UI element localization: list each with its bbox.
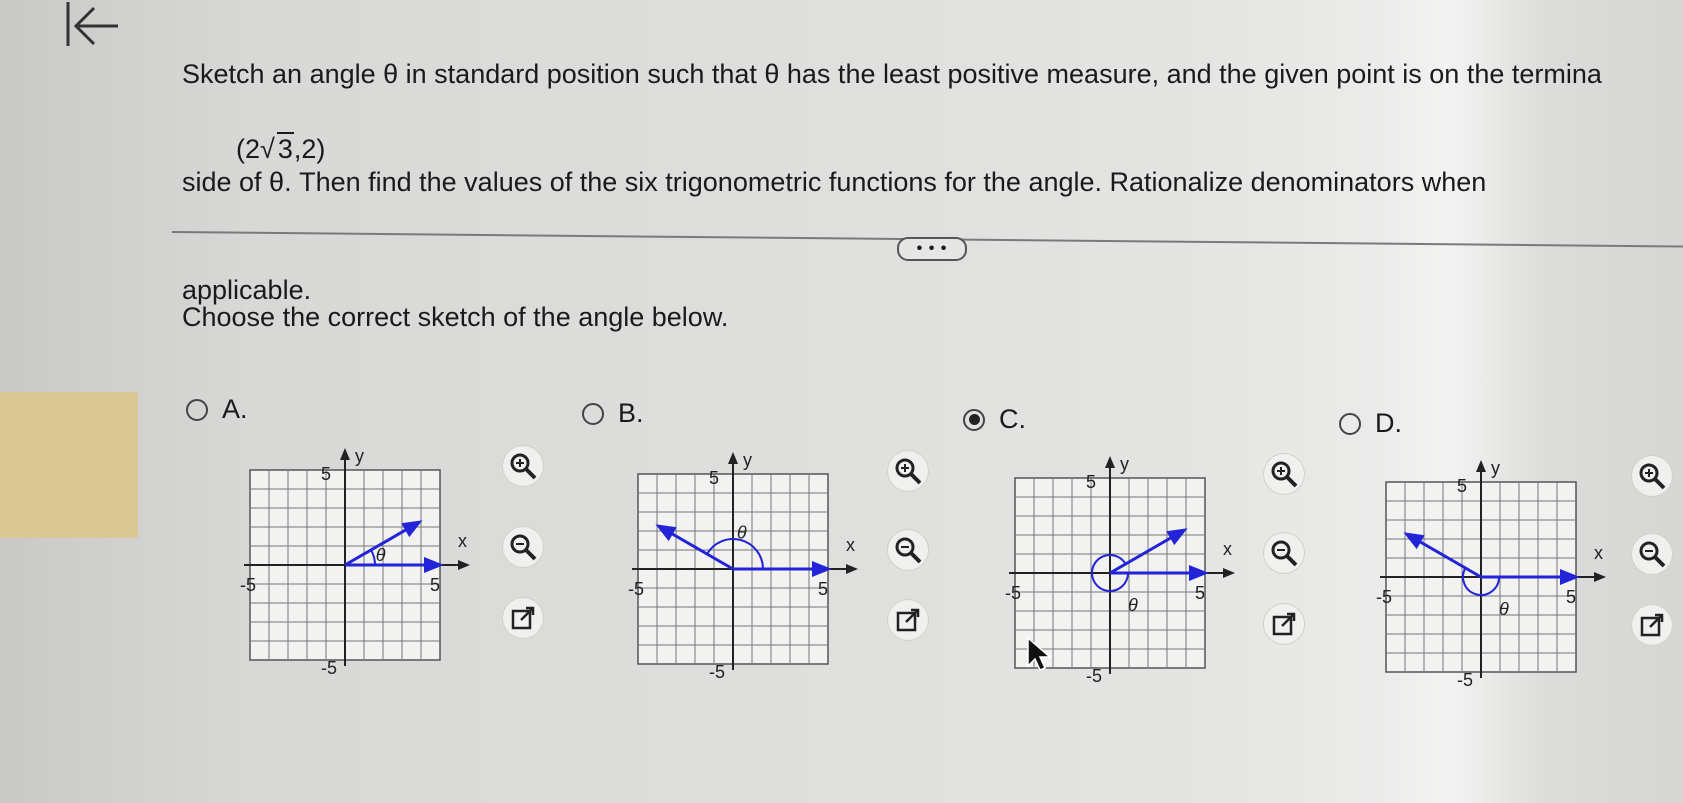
zoom-in-button-a[interactable] (503, 446, 543, 486)
x-axis-label: x (846, 535, 855, 555)
x-tick-neg: -5 (1376, 587, 1392, 607)
choice-b[interactable]: B. (582, 398, 644, 429)
zoom-in-button-b[interactable] (888, 451, 928, 491)
choice-c-label: C. (999, 404, 1026, 434)
theta-label: θ (1499, 599, 1509, 619)
x-axis-label: x (1223, 539, 1232, 559)
x-axis-arrow (846, 564, 858, 574)
x-tick-pos: 5 (1566, 587, 1576, 607)
graph-choice-a: x y 5 -5 -5 5 θ (240, 446, 470, 678)
y-axis-arrow (1476, 460, 1486, 472)
back-button[interactable] (62, 0, 122, 56)
y-axis-arrow (1105, 456, 1115, 468)
y-tick-pos: 5 (1086, 472, 1096, 492)
zoom-in-button-c[interactable] (1264, 454, 1304, 494)
y-tick-pos: 5 (1457, 476, 1467, 496)
radio-choice-d[interactable] (1339, 412, 1361, 435)
x-axis-arrow (1223, 568, 1235, 578)
zoom-out-button-b[interactable] (888, 530, 928, 570)
zoom-out-button-d[interactable] (1632, 534, 1672, 574)
mouse-cursor-icon (1027, 636, 1053, 671)
y-axis-arrow (728, 452, 738, 464)
x-axis-arrow (1594, 572, 1606, 582)
y-tick-pos: 5 (709, 468, 719, 488)
zoom-in-icon (895, 458, 922, 485)
sidebar-highlight (0, 392, 138, 538)
zoom-out-icon (1639, 541, 1666, 568)
zoom-out-icon (895, 537, 922, 564)
popout-button-d[interactable] (1632, 605, 1672, 645)
external-link-icon (1640, 613, 1664, 637)
x-tick-neg: -5 (1005, 583, 1021, 603)
popout-button-b[interactable] (888, 600, 928, 640)
question-line-2: side of θ. Then find the values of the s… (182, 167, 1487, 197)
popout-button-c[interactable] (1264, 604, 1304, 644)
y-tick-pos: 5 (321, 464, 331, 484)
point-prefix: (2 (236, 134, 261, 164)
y-axis-label: y (743, 450, 752, 470)
external-link-icon (511, 606, 535, 630)
graph-choice-b: x y 5 -5 -5 5 θ (628, 450, 858, 682)
zoom-in-button-d[interactable] (1632, 456, 1672, 496)
x-tick-neg: -5 (628, 579, 644, 599)
zoom-out-icon (510, 534, 537, 561)
sqrt-sign: √ (260, 134, 275, 164)
choice-d[interactable]: D. (1339, 408, 1402, 439)
point-root: 3 (276, 132, 294, 164)
y-tick-neg: -5 (321, 658, 337, 678)
choice-a[interactable]: A. (186, 394, 248, 425)
theta-label: θ (1128, 595, 1138, 615)
zoom-out-button-c[interactable] (1264, 533, 1304, 573)
given-point: (2√ 3,2) (236, 132, 326, 165)
x-tick-pos: 5 (818, 579, 828, 599)
choice-a-label: A. (222, 394, 248, 424)
zoom-out-button-a[interactable] (503, 527, 543, 567)
radio-choice-b[interactable] (582, 402, 604, 425)
x-axis-label: x (458, 531, 467, 551)
zoom-in-icon (1639, 463, 1666, 490)
question-text: Sketch an angle θ in standard position s… (182, 0, 1672, 344)
radio-choice-a[interactable] (186, 398, 208, 421)
theta-label: θ (376, 545, 386, 565)
x-axis-arrow (458, 560, 470, 570)
choice-prompt: Choose the correct sketch of the angle b… (182, 302, 729, 332)
external-link-icon (896, 608, 920, 632)
choice-d-label: D. (1375, 408, 1402, 438)
popout-button-a[interactable] (503, 598, 543, 638)
zoom-in-icon (510, 453, 537, 480)
x-tick-neg: -5 (240, 575, 256, 595)
more-button[interactable]: • • • (897, 237, 967, 261)
external-link-icon (1272, 612, 1296, 636)
y-tick-neg: -5 (1086, 666, 1102, 686)
choice-b-label: B. (618, 398, 644, 428)
back-arrow-icon (66, 2, 118, 46)
point-suffix: ,2) (293, 134, 326, 164)
choice-c[interactable]: C. (963, 404, 1026, 435)
x-tick-pos: 5 (430, 575, 440, 595)
y-tick-neg: -5 (709, 662, 725, 682)
y-axis-label: y (1120, 454, 1129, 474)
radio-choice-c[interactable] (963, 408, 985, 431)
zoom-out-icon (1271, 540, 1298, 567)
x-tick-pos: 5 (1195, 583, 1205, 603)
y-axis-arrow (340, 448, 350, 460)
theta-label: θ (737, 522, 747, 542)
question-line-1: Sketch an angle θ in standard position s… (182, 59, 1602, 89)
y-axis-label: y (1491, 458, 1500, 478)
x-axis-label: x (1594, 543, 1603, 563)
graph-choice-d: x y 5 -5 -5 5 θ (1376, 458, 1606, 690)
zoom-in-icon (1271, 461, 1298, 488)
y-tick-neg: -5 (1457, 670, 1473, 690)
y-axis-label: y (355, 446, 364, 466)
